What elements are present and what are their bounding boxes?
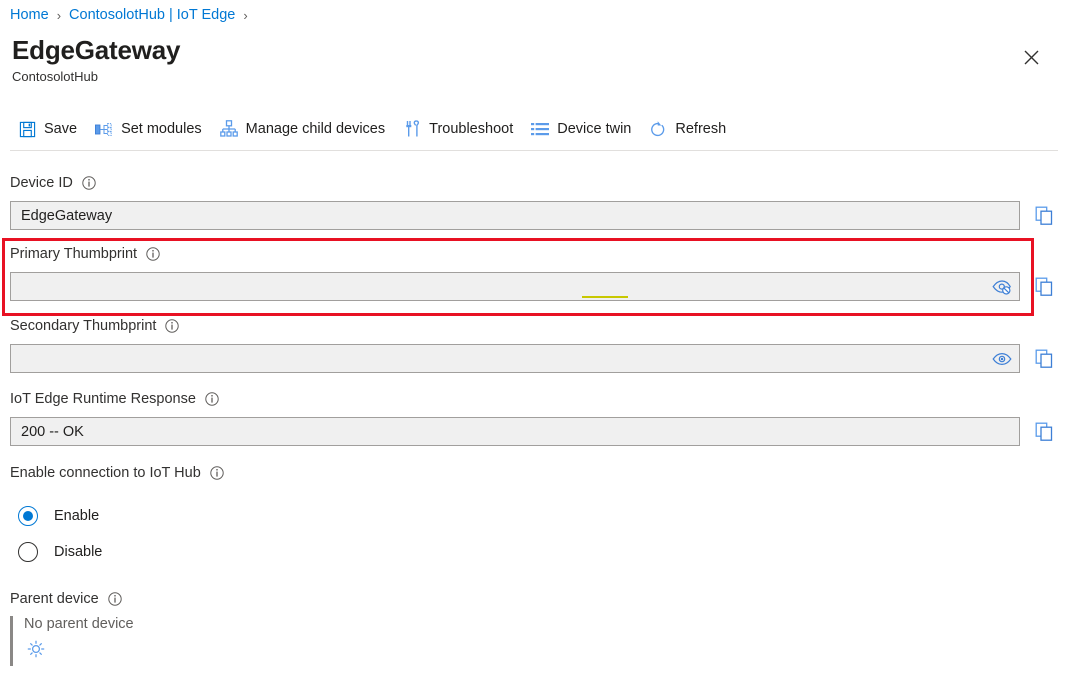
save-button[interactable]: Save — [10, 113, 87, 145]
info-icon[interactable] — [82, 176, 96, 190]
field-device-id: Device ID EdgeGateway — [0, 172, 1068, 230]
radio-disable-indicator — [18, 542, 38, 562]
enable-connection-radio-group: Enable Disable — [0, 498, 1068, 570]
copy-primary-thumbprint-button[interactable] — [1030, 273, 1060, 301]
field-enable-connection: Enable connection to IoT Hub — [0, 462, 1068, 484]
set-modules-label: Set modules — [121, 121, 202, 137]
device-id-label-row: Device ID — [10, 172, 1068, 194]
device-id-value: EdgeGateway — [11, 208, 112, 224]
spellcheck-artifact — [582, 296, 628, 298]
enable-connection-label: Enable connection to IoT Hub — [10, 465, 201, 481]
page-title: EdgeGateway — [12, 36, 180, 66]
copy-runtime-response-button[interactable] — [1030, 418, 1060, 446]
troubleshoot-button[interactable]: Troubleshoot — [395, 113, 523, 145]
page-subtitle: ContosolotHub — [12, 69, 180, 84]
parent-device-value: No parent device — [24, 616, 1068, 632]
eye-icon — [992, 352, 1012, 366]
info-icon[interactable] — [205, 392, 219, 406]
refresh-icon — [649, 120, 667, 138]
parent-device-label: Parent device — [10, 591, 99, 607]
gear-icon — [26, 639, 46, 659]
save-icon — [18, 120, 36, 138]
parent-device-accent-bar — [10, 616, 13, 666]
breadcrumb-item-iot-edge[interactable]: ContosolotHub | IoT Edge — [69, 7, 235, 23]
radio-disable-label: Disable — [54, 544, 102, 560]
breadcrumb-separator-icon: › — [243, 8, 247, 23]
runtime-response-value: 200 -- OK — [11, 424, 84, 440]
tools-icon — [403, 120, 421, 138]
copy-icon — [1035, 349, 1055, 369]
close-button[interactable] — [1016, 42, 1046, 72]
runtime-response-input-row: 200 -- OK — [10, 417, 1068, 446]
runtime-response-label: IoT Edge Runtime Response — [10, 391, 196, 407]
copy-secondary-thumbprint-button[interactable] — [1030, 345, 1060, 373]
eye-off-icon — [992, 279, 1012, 295]
breadcrumb-item-home[interactable]: Home — [10, 7, 49, 23]
secondary-thumbprint-label-row: Secondary Thumbprint — [10, 315, 1068, 337]
copy-icon — [1035, 277, 1055, 297]
radio-enable-indicator — [18, 506, 38, 526]
primary-thumbprint-label-row: Primary Thumbprint — [10, 243, 1068, 265]
primary-thumbprint-label: Primary Thumbprint — [10, 246, 137, 262]
device-twin-button[interactable]: Device twin — [523, 113, 641, 145]
radio-enable-label: Enable — [54, 508, 99, 524]
primary-thumbprint-input-row — [10, 272, 1068, 301]
primary-thumbprint-input[interactable] — [10, 272, 1020, 301]
field-primary-thumbprint: Primary Thumbprint — [0, 243, 1068, 301]
device-id-label: Device ID — [10, 175, 73, 191]
runtime-response-label-row: IoT Edge Runtime Response — [10, 388, 1068, 410]
set-modules-button[interactable]: Set modules — [87, 113, 212, 145]
info-icon[interactable] — [108, 592, 122, 606]
manage-child-devices-label: Manage child devices — [246, 121, 385, 137]
close-icon — [1024, 50, 1039, 65]
command-bar: Save Set modules Manage child devices — [10, 112, 736, 146]
radio-enable-dot — [23, 511, 33, 521]
info-icon[interactable] — [210, 466, 224, 480]
field-parent-device: Parent device No parent device — [0, 588, 1068, 661]
field-runtime-response: IoT Edge Runtime Response 200 -- OK — [0, 388, 1068, 446]
copy-device-id-button[interactable] — [1030, 202, 1060, 230]
radio-option-enable[interactable]: Enable — [10, 498, 1068, 534]
runtime-response-input[interactable]: 200 -- OK — [10, 417, 1020, 446]
command-bar-divider — [10, 150, 1058, 151]
manage-child-devices-button[interactable]: Manage child devices — [212, 113, 395, 145]
device-form: Device ID EdgeGateway P — [0, 160, 1068, 661]
breadcrumb: Home › ContosolotHub | IoT Edge › — [10, 2, 256, 28]
parent-device-settings-button[interactable] — [24, 637, 48, 661]
troubleshoot-label: Troubleshoot — [429, 121, 513, 137]
enable-connection-label-row: Enable connection to IoT Hub — [10, 462, 1068, 484]
parent-device-body: No parent device — [10, 616, 1068, 661]
refresh-button[interactable]: Refresh — [641, 113, 736, 145]
device-twin-label: Device twin — [557, 121, 631, 137]
parent-device-label-row: Parent device — [10, 588, 1068, 610]
info-icon[interactable] — [165, 319, 179, 333]
secondary-thumbprint-label: Secondary Thumbprint — [10, 318, 156, 334]
copy-icon — [1035, 206, 1055, 226]
info-icon[interactable] — [146, 247, 160, 261]
hierarchy-icon — [220, 120, 238, 138]
primary-thumbprint-reveal-button[interactable] — [991, 276, 1013, 298]
device-id-input[interactable]: EdgeGateway — [10, 201, 1020, 230]
secondary-thumbprint-input[interactable] — [10, 344, 1020, 373]
set-modules-icon — [95, 120, 113, 138]
copy-icon — [1035, 422, 1055, 442]
refresh-label: Refresh — [675, 121, 726, 137]
list-icon — [531, 120, 549, 138]
secondary-thumbprint-reveal-button[interactable] — [991, 348, 1013, 370]
field-secondary-thumbprint: Secondary Thumbprint — [0, 315, 1068, 373]
header: EdgeGateway ContosolotHub — [12, 36, 180, 84]
radio-option-disable[interactable]: Disable — [10, 534, 1068, 570]
save-label: Save — [44, 121, 77, 137]
device-id-input-row: EdgeGateway — [10, 201, 1068, 230]
secondary-thumbprint-input-row — [10, 344, 1068, 373]
breadcrumb-separator-icon: › — [57, 8, 61, 23]
